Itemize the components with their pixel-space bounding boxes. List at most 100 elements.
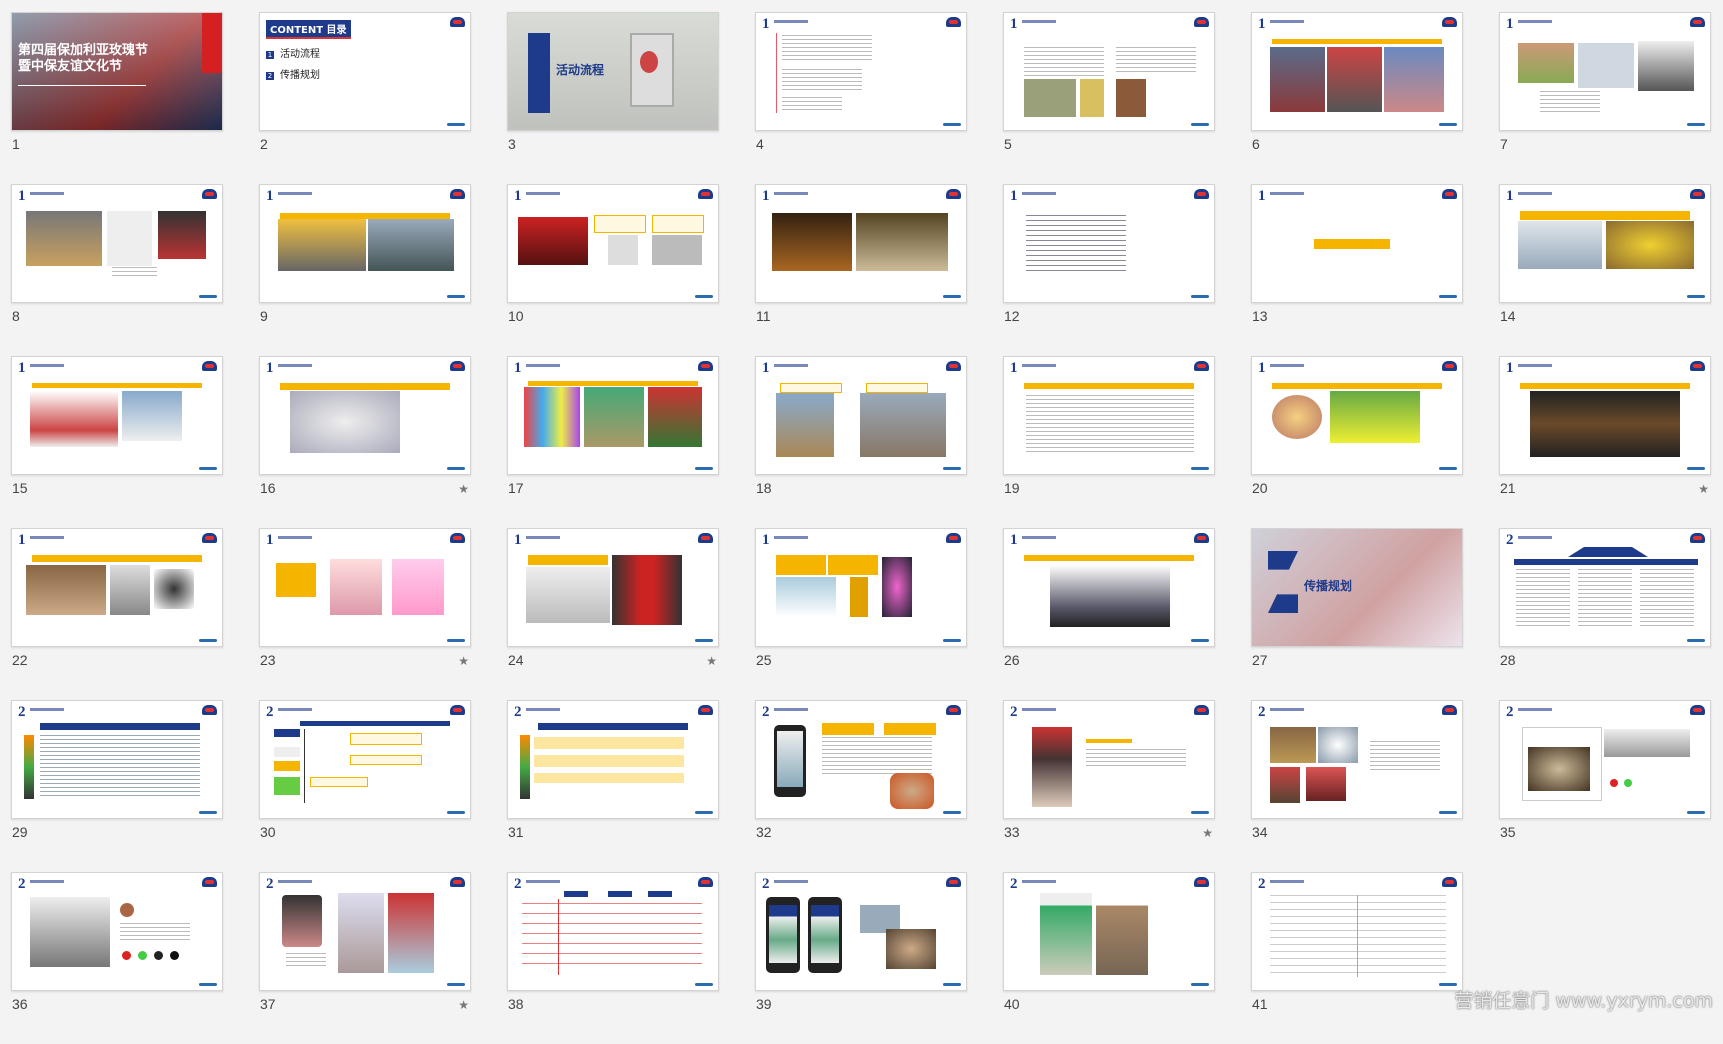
slide-thumbnail[interactable]: 1 — [11, 184, 223, 303]
slide-cell[interactable]: 1 9 — [259, 184, 471, 356]
slide-thumbnail[interactable]: 2 — [1499, 700, 1711, 819]
slide-thumbnail[interactable]: 2 — [755, 872, 967, 991]
logo-icon — [1194, 533, 1209, 543]
slide-number: 40 — [1004, 996, 1020, 1012]
slide-cell[interactable]: 1 23 ★ — [259, 528, 471, 700]
slide-thumbnail[interactable]: 1 — [507, 528, 719, 647]
slide-number: 9 — [260, 308, 268, 324]
slide-cell[interactable]: 1 21 ★ — [1499, 356, 1711, 528]
slide-cell[interactable]: 2 36 — [11, 872, 223, 1044]
slide-thumbnail[interactable]: 1 — [259, 184, 471, 303]
slide-cell[interactable]: 2 30 — [259, 700, 471, 872]
slide-cell[interactable]: 1 12 — [1003, 184, 1215, 356]
slide-cell[interactable]: 2 35 — [1499, 700, 1711, 872]
slide-thumbnail[interactable]: 1 — [755, 528, 967, 647]
slide-cell[interactable]: 活动流程 3 — [507, 12, 719, 184]
logo-icon — [1194, 17, 1209, 27]
slide-cell[interactable]: 2 39 — [755, 872, 967, 1044]
slide-thumbnail[interactable]: CONTENT 目录 1 活动流程 2 传播规划 — [259, 12, 471, 131]
slide-thumbnail[interactable]: 2 — [1003, 700, 1215, 819]
slide-cell[interactable]: 1 26 — [1003, 528, 1215, 700]
slide-cell[interactable]: 2 34 — [1251, 700, 1463, 872]
slide-thumbnail[interactable]: 2 — [1251, 700, 1463, 819]
slide-cell[interactable]: 1 14 — [1499, 184, 1711, 356]
slide-cell[interactable]: 1 8 — [11, 184, 223, 356]
slide-number: 26 — [1004, 652, 1020, 668]
slide-thumbnail[interactable]: 1 — [11, 356, 223, 475]
slide-cell[interactable]: 2 31 — [507, 700, 719, 872]
slide-thumbnail[interactable]: 1 — [1251, 356, 1463, 475]
slide-cell[interactable]: 2 28 — [1499, 528, 1711, 700]
slide-number: 8 — [12, 308, 20, 324]
slide-cell[interactable]: 传播规划 27 — [1251, 528, 1463, 700]
slide-thumbnail[interactable]: 第四届保加利亚玫瑰节暨中保友谊文化节 — [11, 12, 223, 131]
slide-thumbnail[interactable]: 1 — [1499, 12, 1711, 131]
logo-icon — [946, 877, 961, 887]
slide-cell[interactable]: 1 18 — [755, 356, 967, 528]
slide-thumbnail[interactable]: 2 — [259, 872, 471, 991]
slide-thumbnail[interactable]: 活动流程 — [507, 12, 719, 131]
slide-number: 36 — [12, 996, 28, 1012]
slide-number: 17 — [508, 480, 524, 496]
slide-thumbnail[interactable]: 2 — [11, 700, 223, 819]
slide-thumbnail[interactable]: 1 — [1003, 12, 1215, 131]
slide-thumbnail[interactable]: 1 — [1251, 184, 1463, 303]
slide-cell[interactable]: 2 38 — [507, 872, 719, 1044]
slide-thumbnail[interactable]: 2 — [259, 700, 471, 819]
slide-thumbnail[interactable]: 1 — [259, 528, 471, 647]
slide-number: 39 — [756, 996, 772, 1012]
slide-cell[interactable]: 1 20 — [1251, 356, 1463, 528]
slide-cell[interactable]: 第四届保加利亚玫瑰节暨中保友谊文化节 1 — [11, 12, 223, 184]
toc-header: CONTENT 目录 — [266, 20, 351, 39]
slide-thumbnail[interactable]: 1 — [1003, 528, 1215, 647]
logo-icon — [1690, 17, 1705, 27]
slide-cell[interactable]: 2 29 — [11, 700, 223, 872]
logo-icon — [202, 705, 217, 715]
slide-cell[interactable]: 1 25 — [755, 528, 967, 700]
slide-thumbnail[interactable]: 2 — [507, 872, 719, 991]
slide-number: 25 — [756, 652, 772, 668]
slide-cell[interactable]: 1 7 — [1499, 12, 1711, 184]
slide-cell[interactable]: 1 4 — [755, 12, 967, 184]
slide-cell[interactable]: 1 6 — [1251, 12, 1463, 184]
slide-number: 2 — [260, 136, 268, 152]
logo-icon — [1442, 877, 1457, 887]
slide-cell[interactable]: 2 33 ★ — [1003, 700, 1215, 872]
slide-cell[interactable]: 1 16 ★ — [259, 356, 471, 528]
slide-cell[interactable]: CONTENT 目录 1 活动流程 2 传播规划 2 — [259, 12, 471, 184]
slide-thumbnail[interactable]: 1 — [1499, 356, 1711, 475]
slide-thumbnail[interactable]: 1 — [1499, 184, 1711, 303]
slide-thumbnail[interactable]: 1 — [755, 184, 967, 303]
slide-thumbnail[interactable]: 2 — [1499, 528, 1711, 647]
slide-number: 11 — [756, 308, 771, 324]
slide-cell[interactable]: 1 15 — [11, 356, 223, 528]
slide-cell[interactable]: 2 32 — [755, 700, 967, 872]
slide-number: 23 — [260, 652, 276, 668]
slide-thumbnail[interactable]: 2 — [1003, 872, 1215, 991]
slide-cell[interactable]: 2 40 — [1003, 872, 1215, 1044]
slide-thumbnail[interactable]: 1 — [755, 356, 967, 475]
slide-thumbnail[interactable]: 1 — [1003, 184, 1215, 303]
slide-thumbnail[interactable]: 1 — [1251, 12, 1463, 131]
slide-thumbnail[interactable]: 1 — [507, 184, 719, 303]
slide-thumbnail[interactable]: 2 — [1251, 872, 1463, 991]
slide-cell[interactable]: 1 11 — [755, 184, 967, 356]
slide-thumbnail[interactable]: 2 — [507, 700, 719, 819]
slide-cell[interactable]: 1 17 — [507, 356, 719, 528]
slide-thumbnail[interactable]: 2 — [755, 700, 967, 819]
slide-cell[interactable]: 2 41 — [1251, 872, 1463, 1044]
slide-thumbnail[interactable]: 1 — [259, 356, 471, 475]
slide-cell[interactable]: 1 10 — [507, 184, 719, 356]
slide-cell[interactable]: 2 37 ★ — [259, 872, 471, 1044]
slide-thumbnail[interactable]: 1 — [11, 528, 223, 647]
slide-cell[interactable]: 1 13 — [1251, 184, 1463, 356]
slide-cell[interactable]: 1 5 — [1003, 12, 1215, 184]
slide-thumbnail[interactable]: 2 — [11, 872, 223, 991]
slide-thumbnail[interactable]: 1 — [755, 12, 967, 131]
slide-cell[interactable]: 1 19 — [1003, 356, 1215, 528]
slide-cell[interactable]: 1 22 — [11, 528, 223, 700]
slide-cell[interactable]: 1 24 ★ — [507, 528, 719, 700]
slide-thumbnail[interactable]: 传播规划 — [1251, 528, 1463, 647]
slide-thumbnail[interactable]: 1 — [1003, 356, 1215, 475]
slide-thumbnail[interactable]: 1 — [507, 356, 719, 475]
